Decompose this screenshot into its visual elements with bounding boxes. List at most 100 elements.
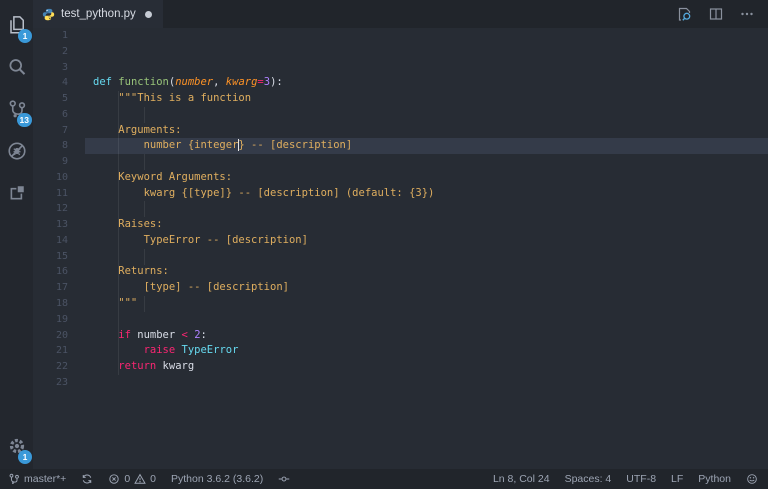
line-number[interactable]: 3 [33,60,85,76]
activity-item-search[interactable] [0,46,33,88]
line-number[interactable]: 21 [33,343,85,359]
tab-test-python-py[interactable]: test_python.py [33,0,163,28]
code-token: } -- [description] [238,139,353,152]
line-number[interactable]: 14 [33,233,85,249]
warning-icon [134,473,146,485]
line-number[interactable]: 4 [33,75,85,91]
code-token: number {integer [93,139,239,152]
code-line[interactable]: 18 """ [33,296,768,312]
split-editor-button[interactable] [708,6,724,22]
status-feedback[interactable] [746,473,758,485]
status-sync[interactable] [81,473,93,485]
status-cursor-position-label: Ln 8, Col 24 [492,473,550,485]
line-number[interactable]: 7 [33,123,85,139]
status-bar-right: Ln 8, Col 24 Spaces: 4 UTF-8 LF Python [493,473,758,485]
status-bar-left: master*+ 0 0 Python 3.6.2 (3.6.2) [8,473,290,485]
open-changes-button[interactable] [677,6,693,22]
line-number[interactable]: 9 [33,154,85,170]
activity-item-debug[interactable] [0,130,33,172]
status-problems-label: 0 [124,473,131,485]
more-actions-button[interactable] [739,6,755,22]
status-eol-label: LF [671,473,684,485]
modified-dot-icon[interactable] [144,10,152,18]
code-line[interactable]: 9 [33,154,768,170]
code-line-content [85,107,768,123]
error-icon [108,473,120,485]
code-line[interactable]: 10 Keyword Arguments: [33,170,768,186]
line-number[interactable]: 13 [33,217,85,233]
line-number[interactable]: 22 [33,359,85,375]
line-number[interactable]: 15 [33,249,85,265]
status-python-interpreter[interactable]: Python 3.6.2 (3.6.2) [171,473,263,485]
code-token: function [118,76,169,89]
code-token: TypeError -- [description] [93,233,308,246]
code-line-content: Arguments: [85,123,768,139]
code-line[interactable]: 7 Arguments: [33,123,768,139]
code-line[interactable]: 22 return kwarg [33,359,768,375]
line-number[interactable]: 19 [33,312,85,328]
code-line[interactable]: 21 raise TypeError [33,343,768,359]
code-token: Raises: [93,218,163,231]
status-problems[interactable]: 00 [108,473,156,485]
line-number[interactable]: 8 [33,138,85,154]
line-number[interactable]: 5 [33,91,85,107]
code-line-content: Returns: [85,264,768,280]
code-line[interactable]: 12 [33,201,768,217]
activity-item-settings[interactable]: 1 [0,425,33,467]
code-line-content: def function(number, kwarg=3): [85,75,768,91]
code-token: return [118,360,157,373]
code-line[interactable]: 2 [33,44,768,60]
status-cursor-position[interactable]: Ln 8, Col 24 [493,473,550,485]
status-indentation[interactable]: Spaces: 4 [565,473,612,485]
python-file-icon [42,8,55,21]
code-line[interactable]: 11 kwarg {[type]} -- [description] (defa… [33,186,768,202]
code-line[interactable]: 13 Raises: [33,217,768,233]
code-line[interactable]: 6 [33,107,768,123]
code-line-content: [type] -- [description] [85,280,768,296]
code-line[interactable]: 19 [33,312,768,328]
line-number[interactable]: 23 [33,375,85,391]
activity-bar-bottom: 1 [0,425,33,467]
code-line-content [85,60,768,76]
line-number[interactable]: 6 [33,107,85,123]
code-line[interactable]: 4 def function(number, kwarg=3): [33,75,768,91]
code-editor[interactable]: 1 2 3 4 def function(number, kwarg=3): 5 """T… [33,28,768,469]
code-token: number [175,76,214,89]
status-git-branch[interactable]: master*+ [8,473,66,485]
code-line-content: Raises: [85,217,768,233]
line-number[interactable]: 12 [33,201,85,217]
code-line[interactable]: 20 if number < 2: [33,328,768,344]
code-line[interactable]: 1 [33,28,768,44]
smiley-icon [746,473,758,485]
line-number[interactable]: 18 [33,296,85,312]
line-number[interactable]: 2 [33,44,85,60]
activity-item-explorer[interactable]: 1 [0,4,33,46]
line-number[interactable]: 11 [33,186,85,202]
line-number[interactable]: 10 [33,170,85,186]
activity-item-source-control[interactable]: 13 [0,88,33,130]
code-line[interactable]: 5 """This is a function [33,91,768,107]
vscode-window: 1 13 1 test_python.py 1 2 3 4 def function(num… [0,0,768,489]
code-token: """This is a function [93,92,252,105]
code-line[interactable]: 23 [33,375,768,391]
sync-icon [81,473,93,485]
code-line[interactable]: 15 [33,249,768,265]
line-number[interactable]: 1 [33,28,85,44]
status-language-mode[interactable]: Python [698,473,731,485]
code-line[interactable]: 8 number {integer} -- [description] [33,138,768,155]
line-number[interactable]: 16 [33,264,85,280]
status-connector[interactable] [278,473,290,485]
status-eol[interactable]: LF [671,473,683,485]
code-token: , [213,76,226,89]
code-line[interactable]: 16 Returns: [33,264,768,280]
code-token: """ [93,297,138,310]
activity-item-extensions[interactable] [0,172,33,214]
code-line[interactable]: 17 [type] -- [description] [33,280,768,296]
line-number[interactable]: 17 [33,280,85,296]
code-line[interactable]: 14 TypeError -- [description] [33,233,768,249]
code-line[interactable]: 3 [33,60,768,76]
status-encoding[interactable]: UTF-8 [626,473,656,485]
code-line-content [85,154,768,170]
line-number[interactable]: 20 [33,328,85,344]
